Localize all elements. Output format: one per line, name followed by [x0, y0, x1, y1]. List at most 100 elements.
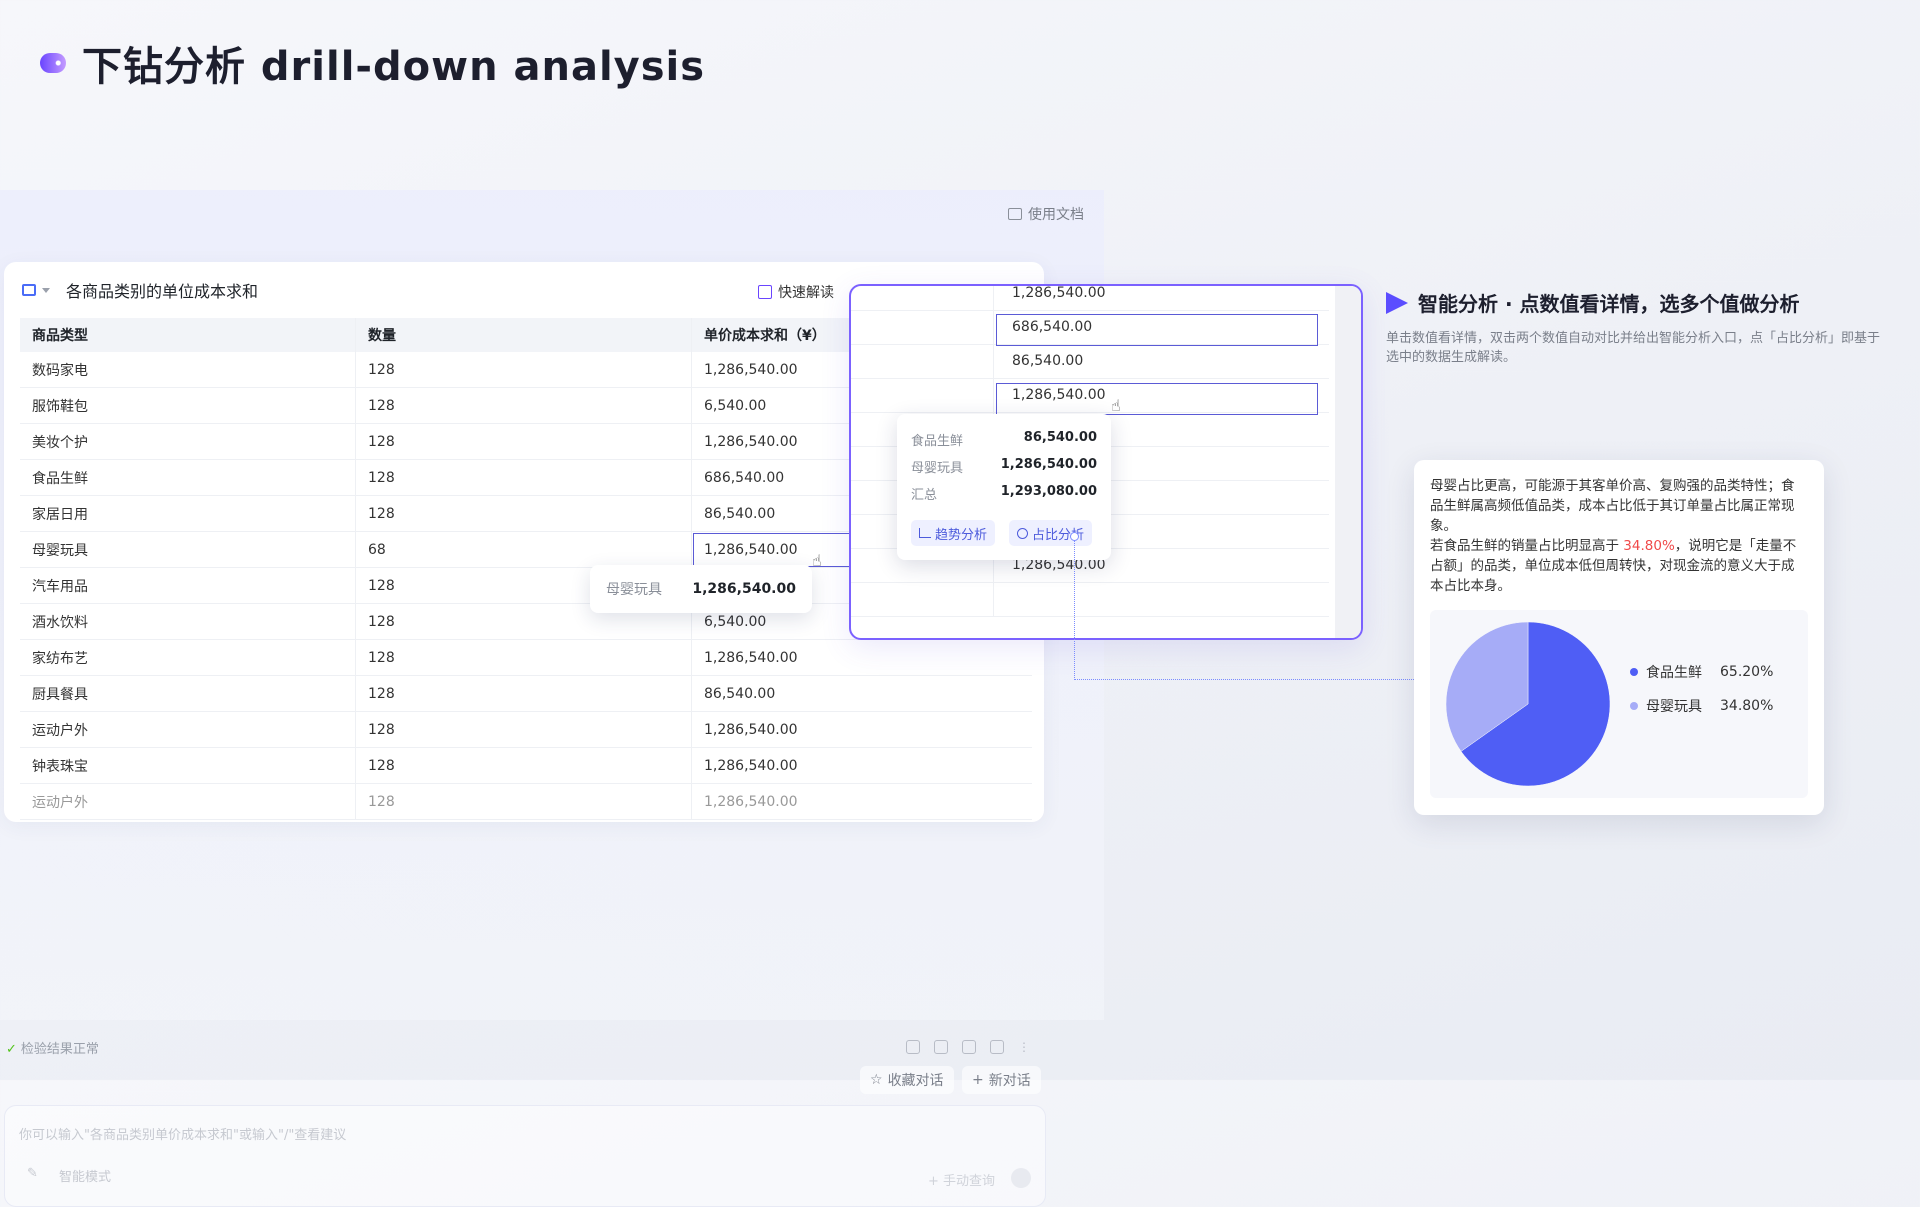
table-cell[interactable]: 家纺布艺: [20, 639, 356, 676]
table-cell[interactable]: 数码家电: [20, 352, 356, 388]
cell-tooltip-key: 母婴玩具: [606, 582, 662, 598]
insight-icon: [758, 285, 772, 299]
divider: [993, 310, 994, 344]
refresh-icon[interactable]: [906, 1040, 920, 1054]
table-cell[interactable]: 128: [355, 387, 692, 424]
insight-card: 母婴占比更高，可能源于其客单价高、复购强的品类特性；食品生鲜属高频低值品类，成本…: [1414, 460, 1824, 815]
column-header[interactable]: 商品类型: [20, 318, 356, 352]
table-row[interactable]: 家纺布艺 128 1,286,540.00: [20, 639, 1032, 676]
table-cell[interactable]: 食品生鲜: [20, 459, 356, 496]
table-cell[interactable]: 128: [355, 675, 692, 712]
insight-line: 母婴占比更高，可能源于其客单价高、复购强的品类特性；食品生鲜属高频低值品类，成本…: [1430, 478, 1795, 534]
legend-item: 母婴玩具 34.80%: [1630, 696, 1773, 716]
table-row[interactable]: 运动户外 128 1,286,540.00: [20, 711, 1032, 748]
star-icon: ☆: [870, 1072, 883, 1088]
cell-tooltip: 母婴玩具 1,286,540.00: [590, 565, 812, 613]
chevron-down-icon[interactable]: [42, 287, 50, 293]
legend-item: 食品生鲜 65.20%: [1630, 662, 1773, 682]
table-cell[interactable]: 汽车用品: [20, 567, 356, 604]
legend-label: 母婴玩具: [1646, 699, 1702, 715]
new-dialog-label: 新对话: [988, 1073, 1031, 1089]
insight-line: 若食品生鲜的销量占比明显高于: [1430, 538, 1624, 554]
table-cell[interactable]: 128: [355, 423, 692, 460]
table-cell[interactable]: 128: [355, 747, 692, 784]
table-cell[interactable]: 服饰鞋包: [20, 387, 356, 424]
tooltip-row: 汇总 1,293,080.00: [911, 484, 1097, 503]
table-cell[interactable]: 美妆个护: [20, 423, 356, 460]
zoom-row: 86,540.00: [851, 344, 1329, 379]
book-icon: [1008, 208, 1022, 220]
send-icon[interactable]: [1011, 1168, 1031, 1188]
legend-value: 65.20%: [1720, 664, 1774, 680]
feature-description: 单击数值看详情，双击两个数值自动对比并给出智能分析入口，点「占比分析」即基于选中…: [1386, 331, 1881, 365]
hero-title: 下钻分析 drill-down analysis: [82, 44, 706, 90]
table-cell[interactable]: 酒水饮料: [20, 603, 356, 640]
scrollbar[interactable]: [1335, 286, 1361, 638]
table-cell[interactable]: 86,540.00: [691, 675, 1032, 712]
table-cell[interactable]: 家居日用: [20, 495, 356, 532]
table-row[interactable]: 钟表珠宝 128 1,286,540.00: [20, 747, 1032, 784]
zoom-cell[interactable]: 1,286,540.00: [1012, 286, 1106, 310]
table-cell[interactable]: 128: [355, 711, 692, 748]
thumbs-down-icon[interactable]: [990, 1040, 1004, 1054]
check-status: ✓ 检验结果正常: [6, 1038, 99, 1057]
ratio-analysis-button[interactable]: 占比分析: [1009, 520, 1093, 546]
divider: [993, 582, 994, 616]
selected-cell[interactable]: [996, 383, 1318, 415]
trend-analysis-label: 趋势分析: [935, 527, 988, 543]
thumbs-up-icon[interactable]: [962, 1040, 976, 1054]
copy-icon[interactable]: [934, 1040, 948, 1054]
table-cell[interactable]: 1,286,540.00: [691, 639, 1032, 676]
tooltip-key: 食品生鲜: [911, 434, 964, 449]
chat-input-placeholder: 你可以输入"各商品类别单价成本求和"或输入"/"查看建议: [19, 1128, 347, 1143]
arrow-icon: [1386, 291, 1408, 314]
quick-read-button[interactable]: 快速解读: [750, 278, 842, 306]
zoom-cell[interactable]: 86,540.00: [1012, 344, 1083, 378]
table-cell[interactable]: 1,286,540.00: [691, 783, 1032, 820]
table-cell[interactable]: 128: [355, 783, 692, 820]
more-icon[interactable]: ⋮: [1018, 1040, 1030, 1054]
doc-link[interactable]: 使用文档: [1008, 204, 1084, 224]
table-cell[interactable]: 68: [355, 531, 692, 568]
new-dialog-button[interactable]: + 新对话: [962, 1066, 1041, 1094]
insight-text: 母婴占比更高，可能源于其客单价高、复购强的品类特性；食品生鲜属高频低值品类，成本…: [1430, 476, 1798, 596]
trend-analysis-button[interactable]: 趋势分析: [911, 520, 996, 546]
table-cell[interactable]: 厨具餐具: [20, 675, 356, 712]
table-row[interactable]: 厨具餐具 128 86,540.00: [20, 675, 1032, 712]
table-cell[interactable]: 运动户外: [20, 711, 356, 748]
column-header[interactable]: 数量: [355, 318, 692, 352]
table-cell[interactable]: 128: [355, 495, 692, 532]
legend-label: 食品生鲜: [1646, 665, 1702, 681]
table-cell[interactable]: 128: [355, 459, 692, 496]
plus-icon: +: [972, 1072, 984, 1088]
selected-cell[interactable]: [996, 314, 1318, 346]
zoom-row: 1,286,540.00: [851, 286, 1329, 311]
chat-input[interactable]: 你可以输入"各商品类别单价成本求和"或输入"/"查看建议 ✎ 智能模式 + 手动…: [4, 1105, 1046, 1207]
check-icon: ✓: [6, 1042, 17, 1057]
manual-query-button[interactable]: + 手动查询: [928, 1170, 995, 1189]
feature-callout: 智能分析 · 点数值看详情，选多个值做分析 单击数值看详情，双击两个数值自动对比…: [1386, 288, 1886, 367]
magic-wand-icon[interactable]: ✎: [27, 1166, 38, 1181]
table-cell[interactable]: 1,286,540.00: [691, 747, 1032, 784]
table-cell[interactable]: 1,286,540.00: [691, 711, 1032, 748]
table-cell[interactable]: 128: [355, 352, 692, 388]
tooltip-key: 母婴玩具: [911, 461, 964, 476]
brand-dot-icon: [40, 53, 66, 73]
tooltip-row: 母婴玩具 1,286,540.00: [911, 457, 1097, 476]
table-cell[interactable]: 钟表珠宝: [20, 747, 356, 784]
divider: [993, 344, 994, 378]
mode-selector[interactable]: 智能模式: [59, 1166, 111, 1185]
table-row[interactable]: 运动户外 128 1,286,540.00: [20, 783, 1032, 820]
cell-tooltip-value: 1,286,540.00: [692, 581, 796, 597]
pointer-cursor-icon: ☝: [812, 551, 822, 570]
tooltip-key: 汇总: [911, 488, 938, 503]
quick-read-label: 快速解读: [778, 285, 834, 301]
tooltip-value: 1,293,080.00: [1000, 484, 1097, 499]
table-icon[interactable]: [22, 284, 36, 296]
table-cell[interactable]: 128: [355, 639, 692, 676]
table-cell[interactable]: 母婴玩具: [20, 531, 356, 568]
save-dialog-button[interactable]: ☆ 收藏对话: [860, 1066, 954, 1094]
table-cell[interactable]: 运动户外: [20, 783, 356, 820]
pie-chart-icon: [1017, 527, 1028, 539]
connector-line: [1074, 534, 1075, 680]
